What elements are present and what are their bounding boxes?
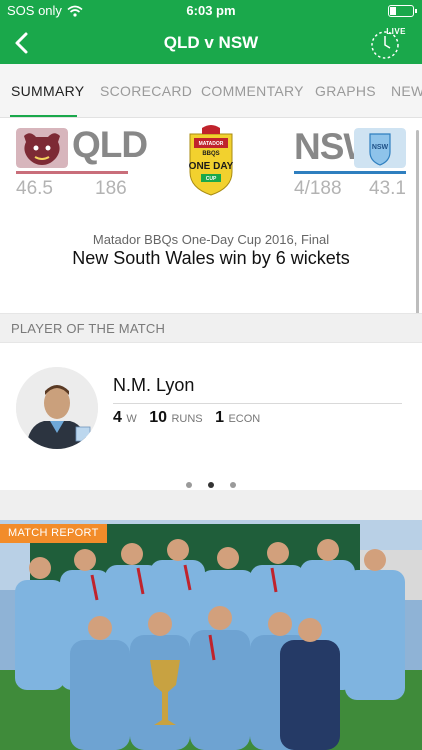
battery-icon [388, 5, 417, 17]
potm-header: PLAYER OF THE MATCH [0, 313, 422, 343]
live-label: LIVE [386, 27, 406, 36]
score-summary: QLD 46.5 186 MATADOR BBQS ONE DAY CUP NS… [0, 118, 422, 313]
tab-scorecard[interactable]: SCORECARD [100, 64, 192, 117]
stat-econ-value: 1 [215, 409, 224, 426]
logo-top-text: MATADOR [199, 141, 224, 147]
pager-dot-active[interactable] [208, 482, 214, 488]
tab-news[interactable]: NEWS [391, 64, 422, 117]
qld-team-logo [16, 128, 68, 168]
player-avatar [16, 367, 98, 449]
logo-middle-text: BBQS [202, 151, 219, 157]
home-team-code: QLD [72, 124, 148, 165]
player-card[interactable]: N.M. Lyon 4 W 10 RUNS 1 ECON [0, 343, 422, 490]
svg-text:NSW: NSW [372, 144, 389, 151]
stat-econ-unit: ECON [228, 413, 261, 425]
match-report-card[interactable] [0, 520, 422, 750]
player-divider [113, 403, 402, 404]
stat-wickets-unit: W [126, 413, 137, 425]
away-score: 4/188 [294, 178, 342, 199]
player-stats: 4 W 10 RUNS 1 ECON [113, 409, 268, 427]
tab-commentary[interactable]: COMMENTARY [201, 64, 304, 117]
clock: 6:03 pm [186, 3, 236, 18]
live-button[interactable]: LIVE [368, 24, 406, 62]
nav-bar: QLD v NSW LIVE [0, 22, 422, 64]
pager-dot[interactable] [185, 482, 192, 488]
match-title: QLD v NSW [163, 33, 259, 52]
team-celebration-photo [0, 520, 422, 750]
tab-summary[interactable]: SUMMARY [11, 64, 84, 117]
potm-heading: PLAYER OF THE MATCH [11, 321, 166, 336]
home-overs: 46.5 [16, 178, 53, 199]
stat-wickets-value: 4 [113, 409, 122, 426]
section-divider [0, 490, 422, 520]
status-bar: SOS only 6:03 pm [0, 0, 422, 22]
logo-bottom-text: CUP [206, 176, 217, 182]
pager-dot[interactable] [230, 482, 237, 488]
competition-name: Matador BBQs One-Day Cup 2016, Final [92, 232, 330, 247]
away-overs: 43.1 [369, 178, 406, 199]
stat-runs-unit: RUNS [171, 413, 203, 425]
match-report-badge: MATCH REPORT [0, 524, 107, 543]
nsw-team-logo: NSW [354, 128, 406, 168]
app-header: SOS only 6:03 pm QLD v NSW LIVE [0, 0, 422, 64]
competition-logo: MATADOR BBQS ONE DAY CUP [189, 125, 234, 196]
player-name: N.M. Lyon [113, 375, 195, 395]
away-team-bar [294, 171, 406, 174]
stat-runs-value: 10 [149, 409, 167, 426]
home-team-bar [16, 171, 128, 174]
tab-graphs[interactable]: GRAPHS [315, 64, 376, 117]
home-score: 186 [95, 178, 127, 199]
tab-bar: SUMMARY SCORECARD COMMENTARY GRAPHS NEWS [0, 64, 422, 118]
player-photo [16, 367, 98, 449]
match-result: New South Wales win by 6 wickets [72, 248, 350, 268]
logo-main-text: ONE DAY [189, 161, 234, 172]
